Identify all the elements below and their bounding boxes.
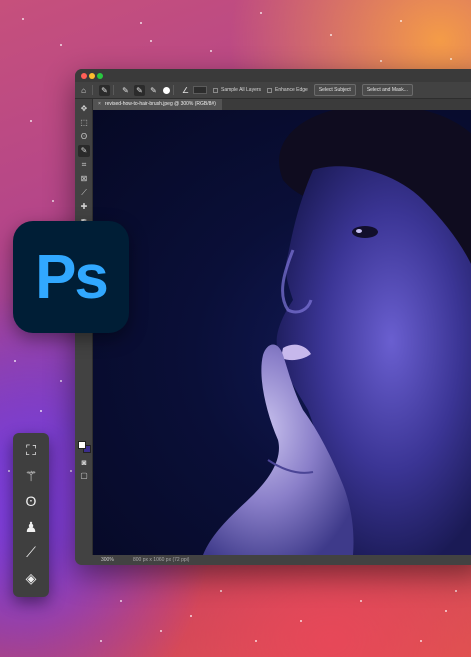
options-bar: ⌂ ✎ ✎ ✎ ✎ ∠ Sample All Layers Enhance Ed… [75, 82, 471, 99]
sample-all-layers-checkbox[interactable] [213, 87, 218, 93]
add-to-selection-icon[interactable]: ✎ [134, 84, 145, 96]
enhance-edge-checkbox[interactable] [267, 87, 273, 93]
star-dot [160, 630, 162, 632]
options-divider [113, 85, 114, 95]
select-subject-button[interactable]: Select Subject [313, 84, 356, 96]
star-dot [255, 640, 257, 642]
title-bar: Ai [75, 69, 471, 82]
document-tabs: × revised-how-to-hair-brush.jpeg @ 300% (… [93, 99, 471, 110]
zoom-window-button[interactable] [97, 73, 103, 79]
select-frame-icon[interactable]: ⛶ [20, 439, 42, 461]
close-tab-icon[interactable]: × [98, 101, 101, 107]
star-dot [120, 600, 122, 602]
document-tab[interactable]: × revised-how-to-hair-brush.jpeg @ 300% (… [93, 99, 222, 110]
photoshop-logo: Ps [13, 221, 129, 333]
star-dot [60, 44, 62, 46]
star-dot [52, 200, 54, 202]
star-dot [220, 590, 222, 592]
eye-highlight [356, 229, 362, 233]
star-dot [455, 590, 457, 592]
brush-size-icon[interactable] [163, 86, 170, 94]
screen-mode-icon[interactable]: ▢ [78, 470, 90, 482]
subtract-from-selection-icon[interactable]: ✎ [148, 85, 159, 96]
document-info: 800 px x 1060 px (72 ppi) [133, 557, 190, 563]
star-dot [8, 470, 10, 472]
paint-bucket-icon[interactable]: ◈ [20, 567, 42, 589]
star-dot [360, 600, 362, 602]
minimize-window-button[interactable] [89, 73, 95, 79]
status-bar: 300% 800 px x 1060 px (72 ppi) [75, 555, 471, 565]
star-dot [445, 610, 447, 612]
options-divider [92, 85, 93, 95]
star-dot [210, 50, 212, 52]
eyedropper-icon[interactable]: ⟋ [20, 541, 42, 563]
photoshop-logo-text: Ps [35, 242, 109, 312]
star-dot [140, 22, 142, 24]
portrait-photo [203, 110, 471, 555]
photoshop-window: Ai ⌂ ✎ ✎ ✎ ✎ ∠ Sample All Layers Enhance… [75, 69, 471, 565]
star-dot [330, 34, 332, 36]
star-dot [300, 620, 302, 622]
star-dot [100, 640, 102, 642]
crop-tool-icon[interactable]: ⌗ [78, 159, 90, 171]
foreground-color-swatch[interactable] [78, 441, 86, 449]
select-and-mask-button[interactable]: Select and Mask... [361, 84, 413, 96]
quick-mask-icon[interactable]: ◙ [78, 457, 90, 469]
star-dot [450, 58, 452, 60]
star-dot [22, 18, 24, 20]
quick-selection-preset-icon[interactable]: ✎ [99, 84, 110, 96]
angle-field[interactable] [193, 86, 207, 94]
lasso-icon[interactable]: ʘ [20, 490, 42, 512]
magic-wand-icon[interactable]: ⚚ [20, 465, 42, 487]
star-dot [150, 40, 152, 42]
close-window-button[interactable] [81, 73, 87, 79]
star-dot [190, 615, 192, 617]
enhance-edge-label: Enhance Edge [275, 87, 308, 93]
star-dot [40, 410, 42, 412]
lasso-tool-icon[interactable]: ʘ [78, 131, 90, 143]
star-dot [260, 12, 262, 14]
angle-icon[interactable]: ∠ [180, 85, 191, 96]
stamp-icon[interactable]: ♟ [20, 516, 42, 538]
home-icon[interactable]: ⌂ [78, 85, 89, 96]
star-dot [60, 380, 62, 382]
document-canvas[interactable] [93, 110, 471, 555]
star-dot [420, 640, 422, 642]
zoom-level[interactable]: 300% [101, 555, 114, 565]
eye-shape [352, 226, 378, 238]
quick-selection-tool-icon[interactable]: ✎ [78, 145, 90, 157]
new-selection-icon[interactable]: ✎ [120, 85, 131, 96]
document-tab-label: revised-how-to-hair-brush.jpeg @ 300% (R… [104, 101, 216, 107]
star-dot [14, 360, 16, 362]
options-divider [173, 85, 174, 95]
healing-brush-tool-icon[interactable]: ✚ [78, 201, 90, 213]
star-dot [380, 60, 382, 62]
star-dot [70, 470, 72, 472]
star-dot [400, 20, 402, 22]
move-tool-icon[interactable]: ✥ [78, 103, 90, 115]
floating-tools-panel: ⛶ ⚚ ʘ ♟ ⟋ ◈ [13, 433, 49, 597]
eyedropper-tool-icon[interactable]: ⟋ [78, 187, 90, 199]
frame-tool-icon[interactable]: ⊠ [78, 173, 90, 185]
sample-all-layers-label: Sample All Layers [221, 87, 262, 93]
marquee-tool-icon[interactable]: ⬚ [78, 117, 90, 129]
star-dot [30, 120, 32, 122]
